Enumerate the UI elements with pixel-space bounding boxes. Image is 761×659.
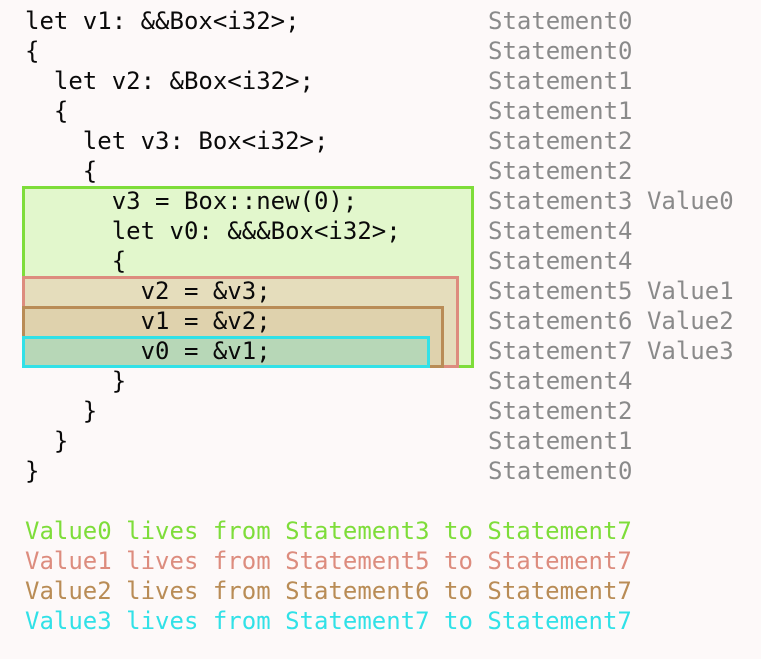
code-line: let v0: &&&Box<i32>; bbox=[25, 217, 401, 245]
statement-annotation: Statement6 Value2 bbox=[488, 307, 734, 335]
code-line: v2 = &v3; bbox=[25, 277, 271, 305]
statement-annotation: Statement0 bbox=[488, 457, 633, 485]
code-line: v1 = &v2; bbox=[25, 307, 271, 335]
code-line: { bbox=[25, 157, 98, 185]
statement-annotation: Statement7 Value3 bbox=[488, 337, 734, 365]
statement-annotation: Statement4 bbox=[488, 367, 633, 395]
code-line: let v1: &&Box<i32>; bbox=[25, 7, 300, 35]
statement-annotation: Statement3 Value0 bbox=[488, 187, 734, 215]
code-line: { bbox=[25, 37, 40, 65]
code-line: let v3: Box<i32>; bbox=[25, 127, 329, 155]
code-line: v0 = &v1; bbox=[25, 337, 271, 365]
code-line: } bbox=[25, 427, 69, 455]
statement-annotation: Statement4 bbox=[488, 217, 633, 245]
code-line: } bbox=[25, 457, 40, 485]
statement-annotation: Statement1 bbox=[488, 67, 633, 95]
code-line: } bbox=[25, 367, 127, 395]
statement-annotation: Statement4 bbox=[488, 247, 633, 275]
statement-annotation: Statement0 bbox=[488, 7, 633, 35]
statement-annotation: Statement2 bbox=[488, 397, 633, 425]
lifetime-legend-value3: Value3 lives from Statement7 to Statemen… bbox=[25, 607, 632, 635]
code-line: let v2: &Box<i32>; bbox=[25, 67, 314, 95]
statement-annotation: Statement5 Value1 bbox=[488, 277, 734, 305]
lifetime-legend-value0: Value0 lives from Statement3 to Statemen… bbox=[25, 517, 632, 545]
code-line: { bbox=[25, 97, 69, 125]
statement-annotation: Statement2 bbox=[488, 157, 633, 185]
lifetime-legend-value2: Value2 lives from Statement6 to Statemen… bbox=[25, 577, 632, 605]
code-line: v3 = Box::new(0); bbox=[25, 187, 358, 215]
lifetime-legend-value1: Value1 lives from Statement5 to Statemen… bbox=[25, 547, 632, 575]
statement-annotation: Statement1 bbox=[488, 427, 633, 455]
statement-annotation: Statement0 bbox=[488, 37, 633, 65]
code-line: { bbox=[25, 247, 127, 275]
statement-annotation: Statement2 bbox=[488, 127, 633, 155]
statement-annotation: Statement1 bbox=[488, 97, 633, 125]
code-line: } bbox=[25, 397, 98, 425]
